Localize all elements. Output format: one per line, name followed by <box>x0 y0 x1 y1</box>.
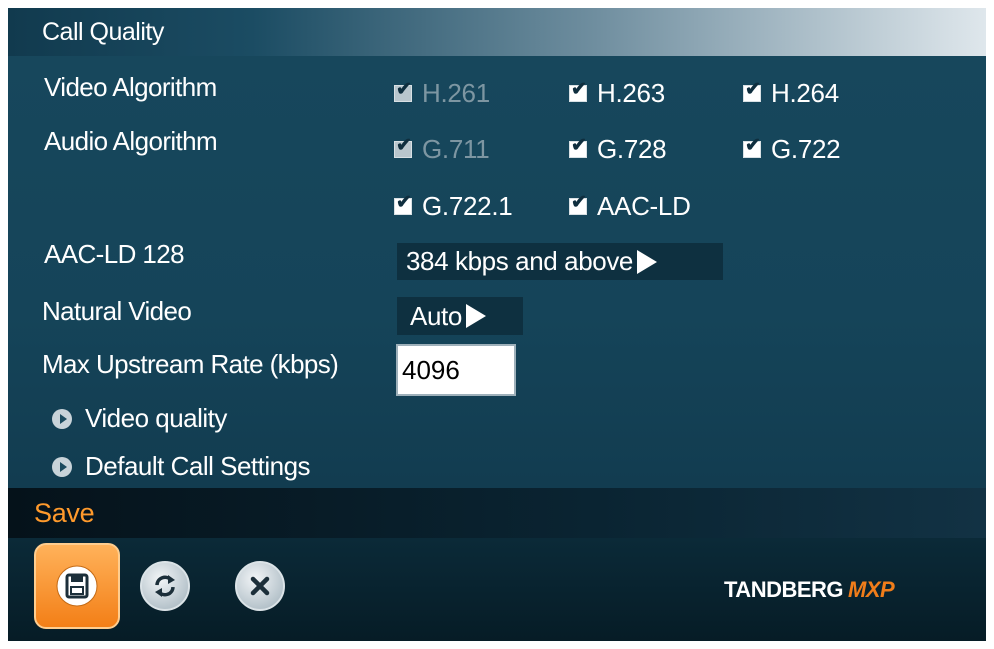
checkbox-icon: ✔ <box>743 135 761 158</box>
aac-ld-128-label: AAC-LD 128 <box>44 239 185 269</box>
brand-logo: TANDBERG MXP <box>724 577 895 603</box>
checkbox-g728[interactable]: ✔ G.728 <box>569 134 667 165</box>
checkbox-h264[interactable]: ✔ H.264 <box>743 78 839 109</box>
checkbox-icon: ✔ <box>569 79 587 102</box>
header-bar: Call Quality <box>8 8 986 56</box>
video-quality-label: Video quality <box>85 403 227 433</box>
checkbox-label: G.722.1 <box>422 191 513 221</box>
video-algorithm-label: Video Algorithm <box>44 72 217 102</box>
checkbox-icon: ✔ <box>569 135 587 158</box>
default-call-settings-link[interactable]: Default Call Settings <box>52 451 311 482</box>
right-arrow-icon <box>637 249 657 274</box>
save-title: Save <box>34 498 95 528</box>
settings-panel: Video Algorithm ✔ H.261 ✔ H.263 ✔ H.264 … <box>8 56 986 488</box>
checkbox-g722[interactable]: ✔ G.722 <box>743 134 841 165</box>
checkbox-icon: ✔ <box>569 192 587 215</box>
checkbox-label: G.728 <box>597 134 667 164</box>
default-call-settings-label: Default Call Settings <box>85 451 311 481</box>
checkbox-h261: ✔ H.261 <box>394 78 490 109</box>
checkbox-h263[interactable]: ✔ H.263 <box>569 78 665 109</box>
save-icon <box>56 565 98 607</box>
max-upstream-label: Max Upstream Rate (kbps) <box>42 349 339 379</box>
cancel-icon <box>250 576 270 596</box>
checkbox-label: H.261 <box>422 78 490 108</box>
brand-suffix: MXP <box>848 577 895 602</box>
checkbox-label: G.722 <box>771 134 841 164</box>
natural-video-select[interactable]: Auto <box>397 297 523 335</box>
video-quality-link[interactable]: Video quality <box>52 403 227 434</box>
checkbox-icon: ✔ <box>394 79 412 102</box>
play-circle-icon <box>52 456 72 477</box>
audio-algorithm-label: Audio Algorithm <box>44 126 218 156</box>
call-quality-window: Call Quality Video Algorithm ✔ H.261 ✔ H… <box>8 8 986 641</box>
cancel-button[interactable] <box>235 561 285 611</box>
aac-ld-128-select[interactable]: 384 kbps and above <box>397 243 723 280</box>
checkbox-icon: ✔ <box>394 135 412 158</box>
max-upstream-input[interactable]: 4096 <box>396 344 516 396</box>
max-upstream-value: 4096 <box>402 354 460 385</box>
refresh-button[interactable] <box>140 561 190 611</box>
bottom-toolbar: TANDBERG MXP <box>8 538 986 641</box>
checkbox-label: AAC-LD <box>597 191 691 221</box>
checkbox-label: H.263 <box>597 78 665 108</box>
brand-name: TANDBERG <box>724 577 844 602</box>
checkbox-icon: ✔ <box>394 192 412 215</box>
checkbox-aac-ld[interactable]: ✔ AAC-LD <box>569 191 691 222</box>
checkbox-icon: ✔ <box>743 79 761 102</box>
natural-video-value: Auto <box>410 300 462 331</box>
checkbox-g711: ✔ G.711 <box>394 134 490 165</box>
checkbox-label: G.711 <box>422 134 490 164</box>
aac-ld-128-value: 384 kbps and above <box>406 246 633 276</box>
natural-video-label: Natural Video <box>42 296 192 326</box>
right-arrow-icon <box>465 304 486 328</box>
page-title: Call Quality <box>42 18 164 46</box>
action-title-bar: Save <box>8 488 986 538</box>
checkbox-g7221[interactable]: ✔ G.722.1 <box>394 191 513 222</box>
play-circle-icon <box>52 408 72 429</box>
save-button[interactable] <box>34 543 120 629</box>
refresh-icon <box>155 575 175 597</box>
checkbox-label: H.264 <box>771 78 839 108</box>
